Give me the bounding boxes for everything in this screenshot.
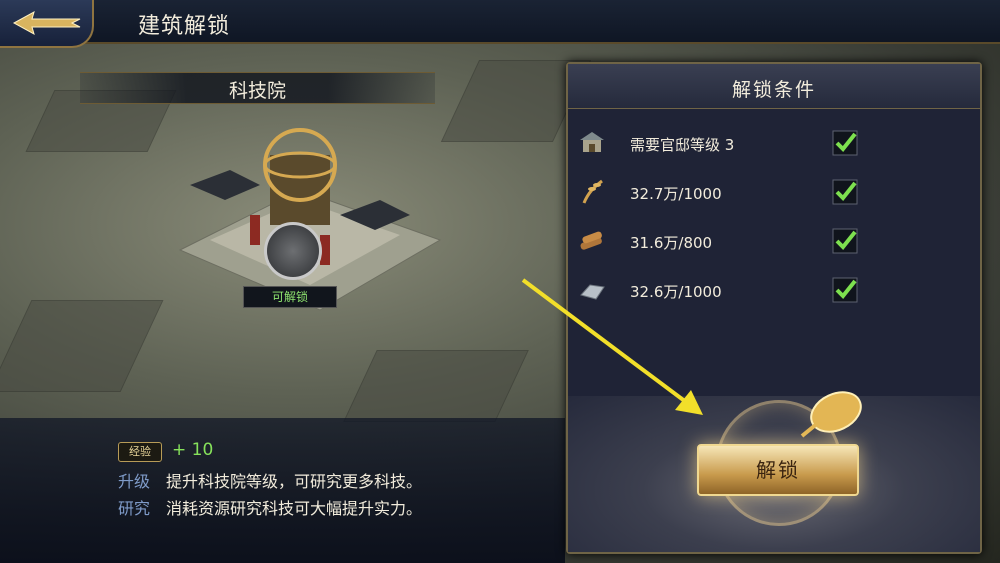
building-lock-icon bbox=[264, 222, 322, 280]
condition-text: 31.6万/800 bbox=[630, 234, 713, 252]
condition-text: 需要官邸等级 3 bbox=[630, 136, 735, 154]
check-icon bbox=[832, 130, 858, 156]
mansion-icon bbox=[580, 132, 604, 152]
building-name: 科技院 bbox=[228, 80, 286, 102]
grain-icon bbox=[582, 179, 603, 204]
condition-row: 32.7万/1000 bbox=[568, 169, 980, 217]
condition-row: 31.6万/800 bbox=[568, 218, 980, 266]
info-row-label: 研究 bbox=[118, 499, 151, 518]
check-icon bbox=[832, 179, 858, 205]
panel-title: 解锁条件 bbox=[731, 79, 816, 101]
info-row-label: 升级 bbox=[118, 472, 151, 491]
back-button[interactable] bbox=[0, 0, 94, 48]
status-badge: 可解锁 bbox=[243, 286, 337, 308]
check-icon bbox=[832, 228, 858, 254]
page-title: 建筑解锁 bbox=[138, 14, 231, 39]
header-bar: 建筑解锁 bbox=[0, 0, 1000, 48]
back-arrow-icon bbox=[12, 10, 81, 36]
info-row-text: 消耗资源研究科技可大幅提升实力。 bbox=[166, 499, 423, 518]
exp-value: + 10 bbox=[172, 440, 214, 460]
panel-header: 解锁条件 bbox=[568, 64, 980, 109]
condition-row: 需要官邸等级 3 bbox=[568, 120, 980, 168]
exp-chip: 经验 bbox=[118, 442, 162, 462]
wood-icon bbox=[580, 231, 602, 250]
unlock-button[interactable]: 解锁 bbox=[697, 444, 859, 496]
info-row-text: 提升科技院等级，可研究更多科技。 bbox=[166, 472, 423, 491]
condition-text: 32.7万/1000 bbox=[630, 185, 722, 203]
building-name-bar: 科技院 bbox=[80, 72, 435, 104]
check-icon bbox=[832, 277, 858, 303]
leaf-seal-icon bbox=[800, 391, 862, 438]
pointer-arrow-icon bbox=[521, 278, 703, 415]
